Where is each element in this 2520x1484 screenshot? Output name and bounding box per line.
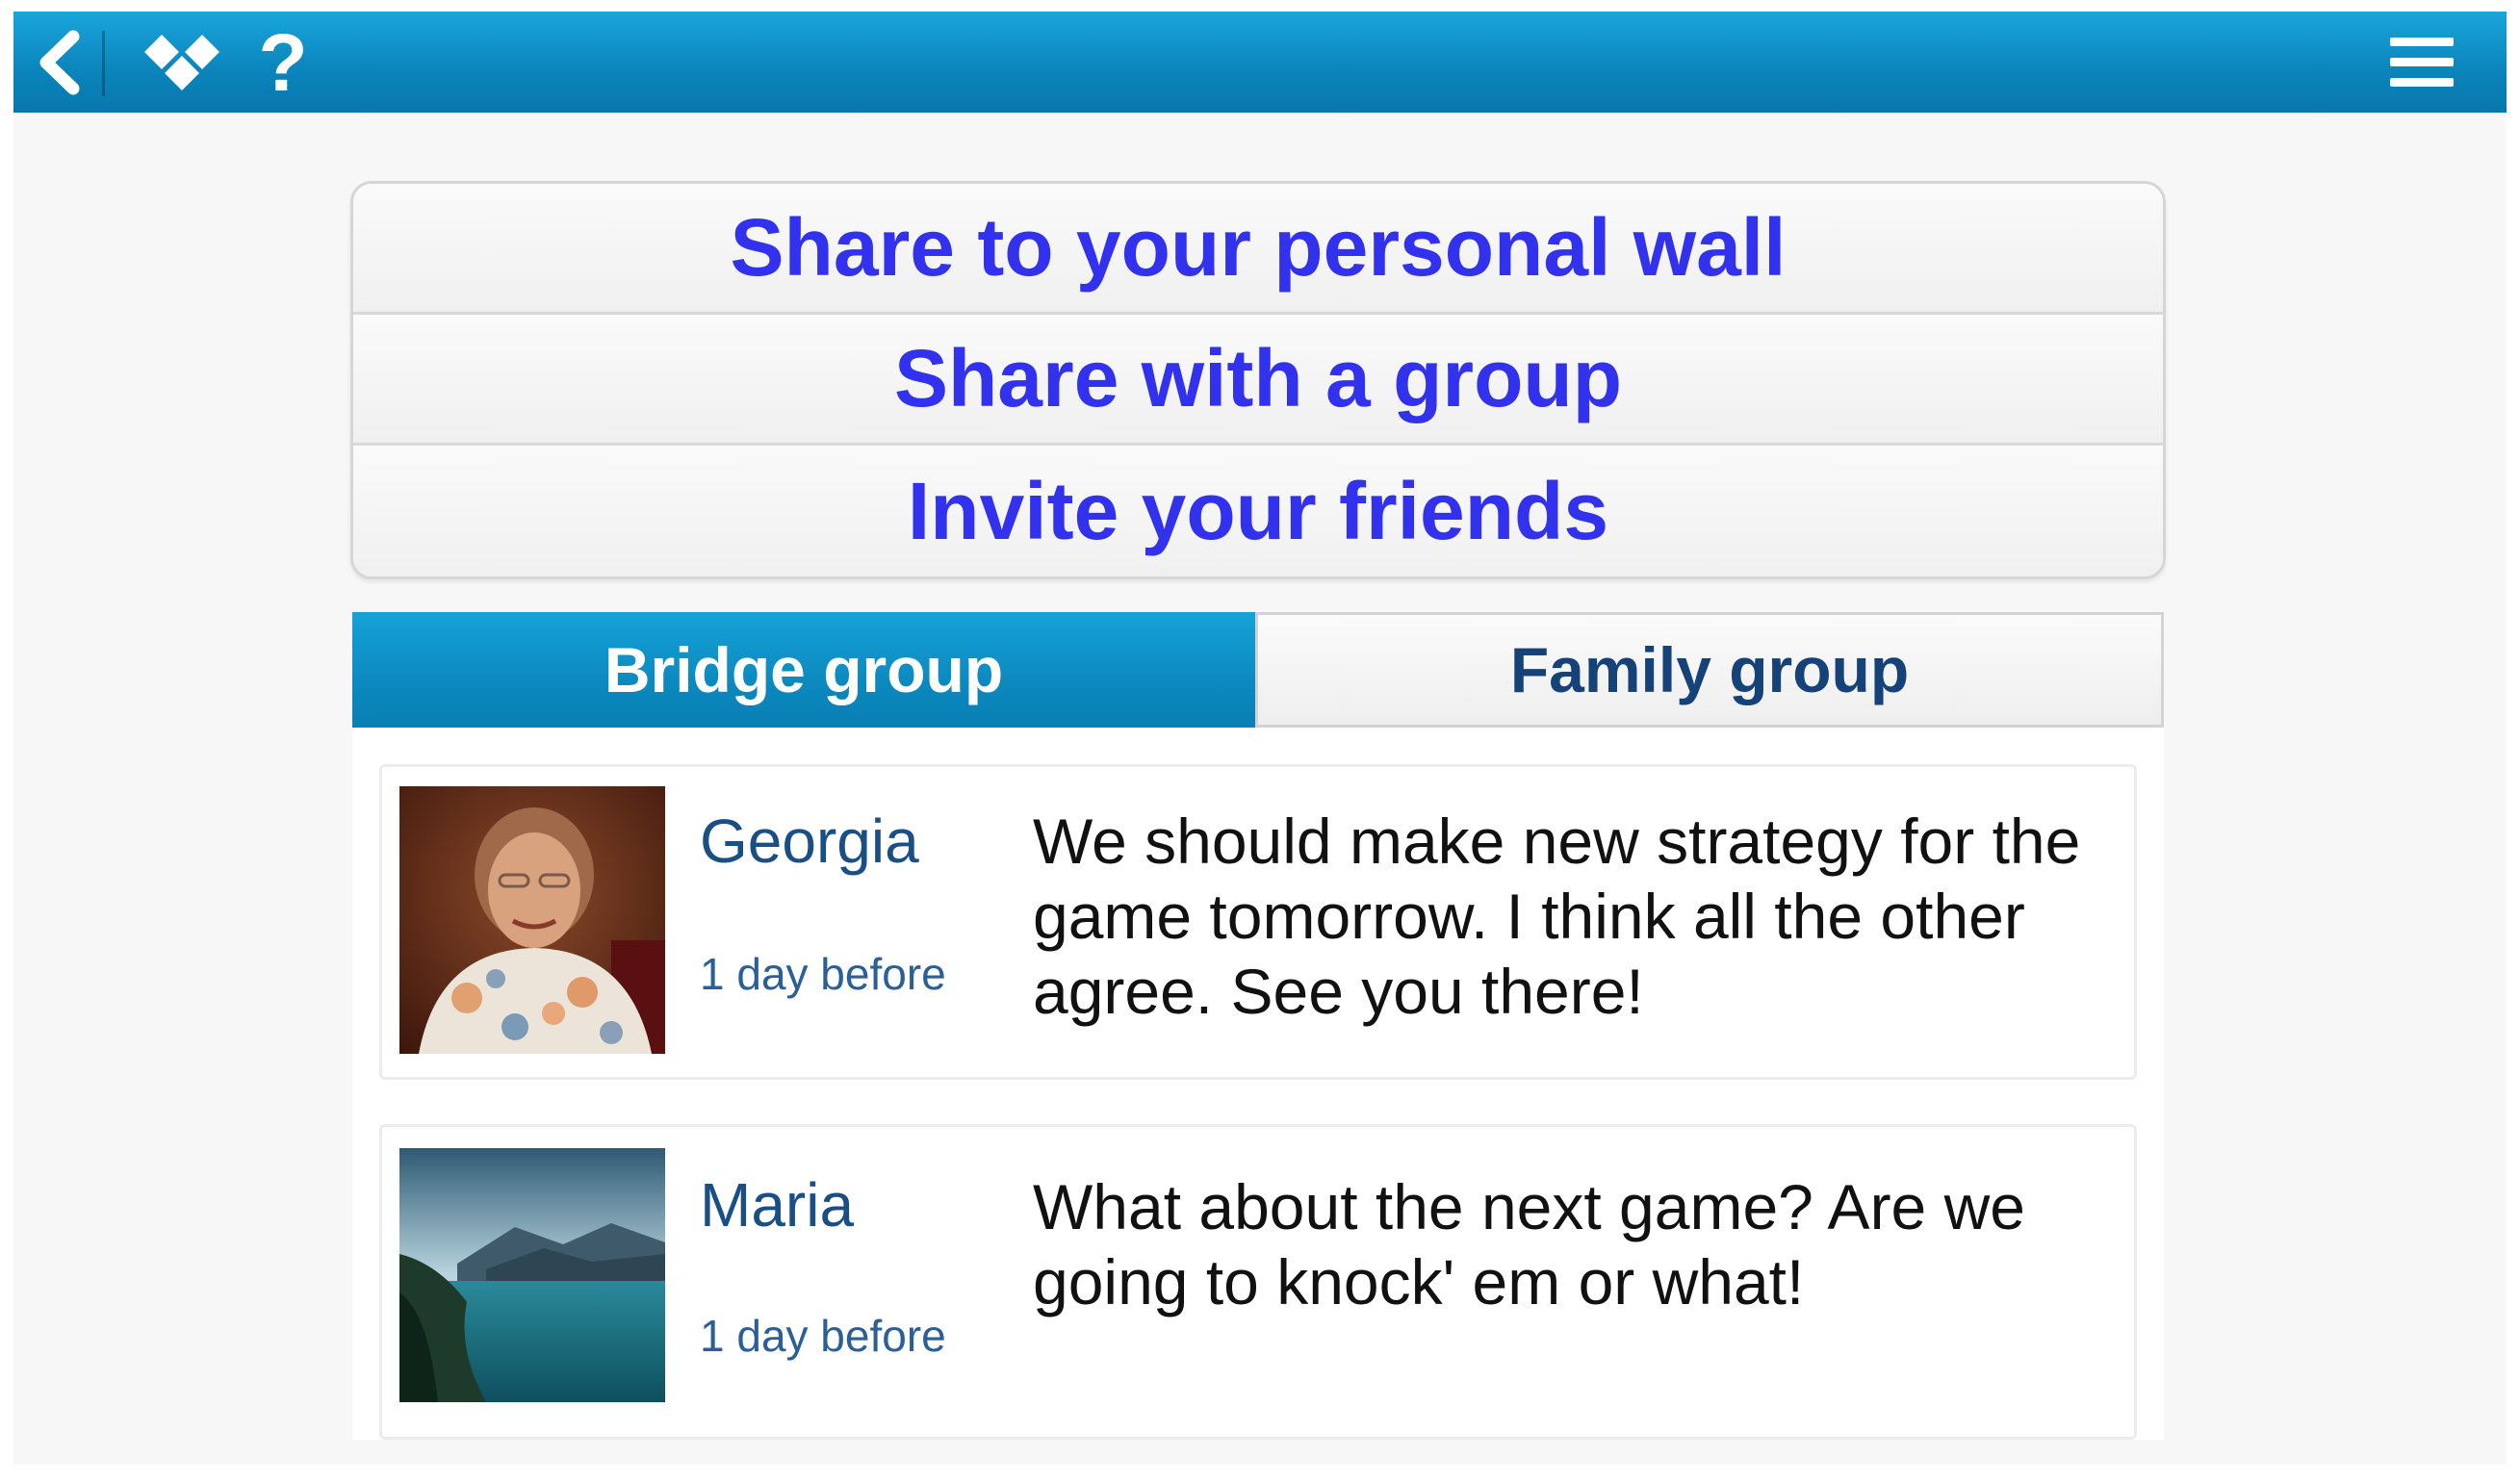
top-bar: ? (13, 12, 2507, 113)
app-frame: ? Share to your personal wall Share with… (13, 12, 2507, 1465)
woman-portrait-photo (399, 786, 665, 1054)
invite-friends-button[interactable]: Invite your friends (353, 446, 2163, 576)
post-author[interactable]: Georgia (700, 806, 919, 877)
tab-bridge-group[interactable]: Bridge group (352, 612, 1255, 728)
post-timestamp: 1 day before (700, 949, 946, 999)
diamond-logo-icon (144, 34, 219, 90)
share-personal-wall-button[interactable]: Share to your personal wall (353, 184, 2163, 315)
menu-button[interactable] (2381, 12, 2462, 113)
home-logo-button[interactable] (129, 12, 235, 113)
post-timestamp: 1 day before (700, 1311, 946, 1361)
share-options: Share to your personal wall Share with a… (350, 181, 2166, 579)
post-author[interactable]: Maria (700, 1169, 854, 1241)
question-mark-icon: ? (258, 16, 308, 108)
hamburger-menu-icon (2390, 37, 2454, 87)
back-button[interactable] (21, 12, 98, 113)
tab-family-group[interactable]: Family group (1255, 612, 2164, 728)
lake-mountain-photo (399, 1148, 665, 1402)
avatar[interactable] (399, 786, 665, 1054)
list-item[interactable]: Maria 1 day before What about the next g… (379, 1124, 2137, 1440)
avatar[interactable] (399, 1148, 665, 1402)
help-button[interactable]: ? (244, 12, 321, 113)
chevron-left-icon (39, 30, 80, 94)
toolbar-divider (102, 31, 105, 96)
post-list: Georgia 1 day before We should make new … (352, 728, 2164, 1440)
group-tabs: Bridge group Family group (352, 612, 2164, 728)
post-message: We should make new strategy for the game… (1033, 806, 2081, 1027)
list-item[interactable]: Georgia 1 day before We should make new … (379, 764, 2137, 1080)
share-with-group-button[interactable]: Share with a group (353, 315, 2163, 446)
post-message: What about the next game? Are we going t… (1033, 1171, 2025, 1318)
